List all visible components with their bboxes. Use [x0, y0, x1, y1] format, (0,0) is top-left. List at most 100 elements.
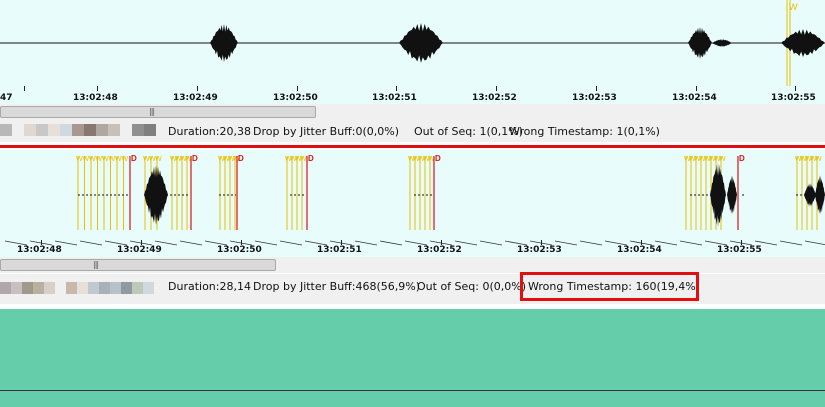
wrong-timestamp-marker-label: W	[122, 156, 129, 163]
drop-marker-label: D	[131, 154, 137, 163]
ruler-diagonal	[379, 240, 403, 246]
drop-marker-label: D	[238, 154, 244, 163]
drop-marker-label: D	[192, 154, 198, 163]
color-swatch	[44, 282, 55, 294]
waveform-panel-bottom[interactable]: WWWWWWWWDWWWWWWWDWWWWDWWWWDWWWWWDWWWWWWW…	[0, 150, 825, 240]
scrollbar-top[interactable]: |||	[0, 104, 825, 120]
grip-icon: |||	[93, 260, 99, 269]
color-swatch	[55, 282, 66, 294]
color-swatch	[99, 282, 110, 294]
color-swatch	[121, 282, 132, 294]
time-tick-label: 13:02:55	[771, 93, 816, 103]
color-swatch	[144, 124, 156, 136]
time-tick-label: 13:02:55	[717, 245, 762, 255]
time-tick-label: 13:02:54	[617, 245, 662, 255]
tick-mark	[396, 86, 397, 91]
color-swatch	[0, 124, 12, 136]
waveform-top: W	[0, 0, 825, 86]
out-of-seq-label: Out of Seq: 0(0,0%)	[417, 280, 527, 293]
wrong-timestamp-marker-label: W	[719, 156, 726, 163]
ruler-diagonal	[479, 240, 503, 246]
color-swatch	[120, 124, 132, 136]
time-ruler-bottom: 13:02:48 13:02:49 13:02:50 13:02:51 13:02:52…	[0, 240, 825, 257]
duration-label: Duration:20,38	[168, 125, 251, 138]
drop-label: Drop by Jitter Buff:468(56,9%)	[253, 280, 420, 293]
color-swatch	[33, 282, 44, 294]
time-tick-label: 13:02:50	[273, 93, 318, 103]
lower-panel-line	[0, 390, 825, 391]
time-tick-label: 13:02:52	[472, 93, 517, 103]
tick-mark	[97, 86, 98, 91]
wrong-timestamp-highlight	[520, 272, 699, 301]
time-tick-label: 13:02:52	[417, 245, 462, 255]
separator-top	[0, 145, 825, 148]
tick-mark	[197, 86, 198, 91]
color-swatch	[22, 282, 33, 294]
time-tick-label: 13:02:53	[517, 245, 562, 255]
color-swatch	[110, 282, 121, 294]
color-swatch	[84, 124, 96, 136]
time-tick-label: 13:02:54	[672, 93, 717, 103]
time-tick-label: 13:02:49	[173, 93, 218, 103]
stats-bar-bottom: Duration:28,14 Drop by Jitter Buff:468(5…	[0, 274, 825, 304]
ruler-diagonal	[179, 240, 203, 246]
time-tick-label: 13:02:48	[73, 93, 118, 103]
tick-mark	[24, 86, 25, 91]
color-swatch	[24, 124, 36, 136]
lower-panel	[0, 309, 825, 407]
color-swatch	[88, 282, 99, 294]
color-swatch	[132, 282, 143, 294]
marker-label-top: W	[789, 2, 798, 12]
color-swatch	[0, 282, 11, 294]
color-swatch	[143, 282, 154, 294]
time-tick-label: 13:02:48	[17, 245, 62, 255]
color-swatch	[66, 282, 77, 294]
tick-mark	[795, 86, 796, 91]
color-swatch	[48, 124, 60, 136]
tick-mark	[696, 86, 697, 91]
time-ruler-top: 47 13:02:48 13:02:49 13:02:50 13:02:51 13:02:…	[0, 86, 825, 104]
drop-marker-label: D	[308, 154, 314, 163]
time-tick-label: 13:02:51	[317, 245, 362, 255]
drop-marker-label: D	[435, 154, 441, 163]
time-tick-label: 13:02:51	[372, 93, 417, 103]
color-swatch	[77, 282, 88, 294]
duration-label: Duration:28,14	[168, 280, 251, 293]
drop-marker-label: D	[739, 154, 745, 163]
ruler-diagonal	[279, 240, 303, 246]
ruler-diagonal	[804, 240, 825, 246]
wrong-timestamp-label: Wrong Timestamp: 1(0,1%)	[509, 125, 660, 138]
color-swatch	[36, 124, 48, 136]
stats-bar-top: Duration:20,38 Drop by Jitter Buff:0(0,0…	[0, 120, 825, 142]
rtp-analyzer: W 47 13:02:48 13:02:49 13:02:50 13:02:51 13:0…	[0, 0, 825, 407]
tick-mark	[297, 86, 298, 91]
tick-mark	[596, 86, 597, 91]
time-tick-label: 13:02:53	[572, 93, 617, 103]
color-swatch	[96, 124, 108, 136]
out-of-seq-label: Out of Seq: 1(0,1%)	[414, 125, 524, 138]
color-swatch	[72, 124, 84, 136]
ruler-diagonal	[79, 240, 103, 246]
color-swatch	[60, 124, 72, 136]
wrong-timestamp-marker-label: W	[815, 156, 822, 163]
waveform-panel-top[interactable]: W	[0, 0, 825, 86]
color-swatch	[12, 124, 24, 136]
ruler-diagonal	[779, 240, 803, 246]
time-tick-label: 47	[0, 93, 13, 103]
tick-mark	[496, 86, 497, 91]
waveform-bottom: W W W W W W W W D W W W WWWW D WWWWD WWWW D WWWWW D WWWWWWW…	[76, 154, 825, 230]
color-swatch	[108, 124, 120, 136]
ruler-diagonal	[579, 240, 603, 246]
scrollbar-thumb-bottom[interactable]: |||	[0, 259, 276, 271]
scrollbar-thumb-top[interactable]: |||	[0, 106, 316, 118]
time-tick-label: 13:02:49	[117, 245, 162, 255]
ruler-diagonal	[679, 240, 703, 246]
scrollbar-bottom[interactable]: |||	[0, 257, 825, 273]
drop-label: Drop by Jitter Buff:0(0,0%)	[253, 125, 399, 138]
wrong-timestamp-marker-label: W	[300, 156, 307, 163]
wrong-timestamp-marker-label: W	[155, 156, 162, 163]
time-tick-label: 13:02:50	[217, 245, 262, 255]
grip-icon: |||	[149, 107, 155, 116]
color-swatch	[132, 124, 144, 136]
color-swatch	[11, 282, 22, 294]
